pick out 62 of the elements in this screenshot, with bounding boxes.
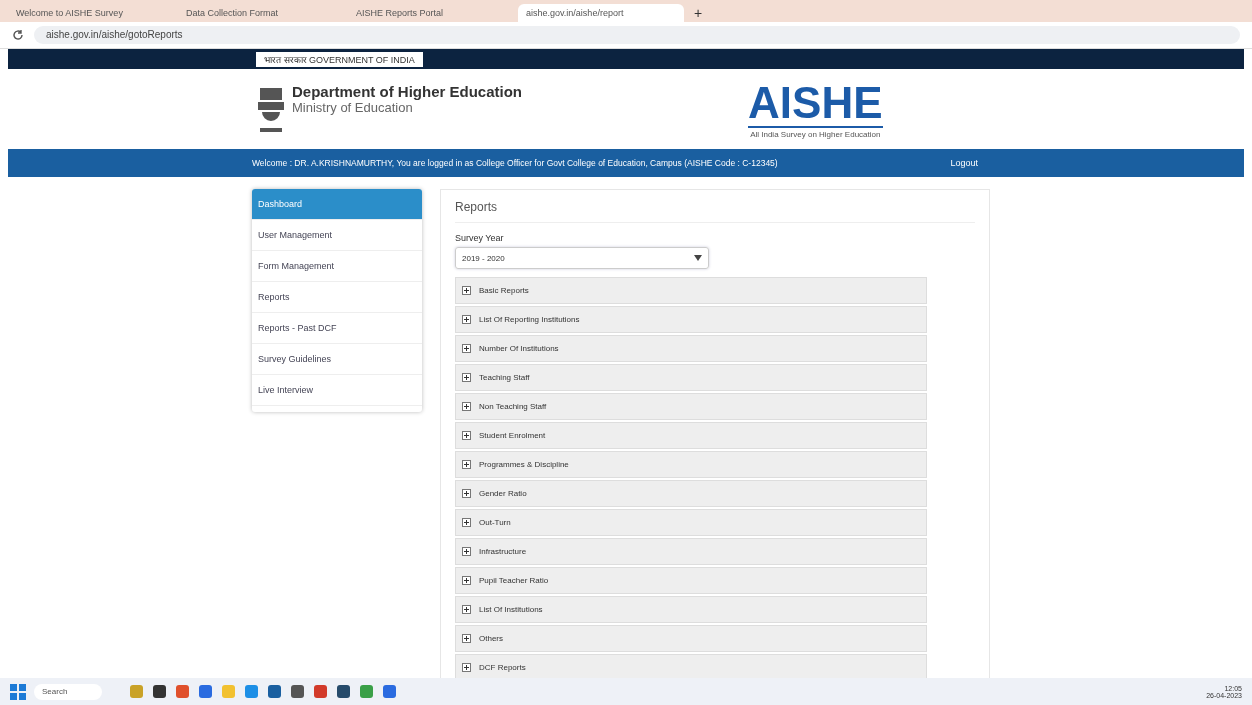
- plus-box-icon: [462, 373, 471, 382]
- plus-box-icon: [462, 286, 471, 295]
- accordion-header[interactable]: Non Teaching Staff: [455, 393, 927, 420]
- taskbar-app-icon[interactable]: [383, 685, 396, 698]
- plus-box-icon: [462, 315, 471, 324]
- reload-icon[interactable]: [12, 29, 24, 41]
- taskbar-app-icon[interactable]: [337, 685, 350, 698]
- plus-box-icon: [462, 547, 471, 556]
- browser-tab[interactable]: Welcome to AISHE Survey: [8, 4, 174, 22]
- accordion-header[interactable]: Out-Turn: [455, 509, 927, 536]
- accordion-header[interactable]: List Of Reporting Institutions: [455, 306, 927, 333]
- start-icon[interactable]: [10, 683, 26, 700]
- accordion-header[interactable]: Pupil Teacher Ratio: [455, 567, 927, 594]
- plus-box-icon: [462, 634, 471, 643]
- sidebar-item[interactable]: Reports - Past DCF: [252, 313, 422, 344]
- aishe-logo: AISHE: [748, 79, 883, 128]
- logo-tagline: All India Survey on Higher Education: [749, 129, 882, 139]
- sidebar-item[interactable]: Form Management: [252, 251, 422, 282]
- survey-year-select[interactable]: 2019 - 2020: [455, 247, 709, 269]
- plus-box-icon: [462, 576, 471, 585]
- accordion-header[interactable]: Infrastructure: [455, 538, 927, 565]
- accordion-header[interactable]: Teaching Staff: [455, 364, 927, 391]
- accordion-header[interactable]: List Of Institutions: [455, 596, 927, 623]
- taskbar-app-icon[interactable]: [314, 685, 327, 698]
- taskbar-app-icon[interactable]: [199, 685, 212, 698]
- plus-box-icon: [462, 431, 471, 440]
- sidebar-item[interactable]: Live Interview: [252, 375, 422, 406]
- browser-tab[interactable]: Data Collection Format: [178, 4, 344, 22]
- caret-icon: [694, 255, 702, 261]
- accordion-header[interactable]: DCF Reports: [455, 654, 927, 678]
- accordion-header[interactable]: Number Of Institutions: [455, 335, 927, 362]
- browser-tab[interactable]: AISHE Reports Portal: [348, 4, 514, 22]
- plus-box-icon: [462, 605, 471, 614]
- taskbar-app-icon[interactable]: [291, 685, 304, 698]
- taskbar-search[interactable]: Search: [34, 683, 102, 700]
- accordion-header[interactable]: Student Enrolment: [455, 422, 927, 449]
- sidebar-item[interactable]: Dashboard: [252, 189, 422, 220]
- logout-link[interactable]: Logout: [950, 158, 978, 168]
- ministry-name: Ministry of Education: [292, 100, 414, 115]
- plus-box-icon: [462, 663, 471, 672]
- field-label: Survey Year: [455, 233, 505, 243]
- department-name: Department of Higher Education: [292, 83, 523, 100]
- accordion-header[interactable]: Basic Reports: [455, 277, 927, 304]
- accordion-header[interactable]: Programmes & Discipline: [455, 451, 927, 478]
- plus-box-icon: [462, 489, 471, 498]
- sidebar-item[interactable]: Reports: [252, 282, 422, 313]
- welcome-text: Welcome : DR. A.KRISHNAMURTHY, You are logged in as College Officer for Govt College of Education, Campus (AISHE Code : C-12345): [252, 158, 778, 168]
- plus-box-icon: [462, 344, 471, 353]
- panel-title: Reports: [455, 200, 975, 223]
- plus-box-icon: [462, 402, 471, 411]
- sidebar-item[interactable]: Survey Guidelines: [252, 344, 422, 375]
- sidebar-item[interactable]: User Management: [252, 220, 422, 251]
- gov-banner-text: भारत सरकार GOVERNMENT OF INDIA: [256, 51, 423, 67]
- new-tab-button[interactable]: +: [688, 4, 709, 22]
- plus-box-icon: [462, 518, 471, 527]
- address-bar[interactable]: aishe.gov.in/aishe/gotoReports: [34, 26, 1240, 44]
- accordion-header[interactable]: Gender Ratio: [455, 480, 927, 507]
- plus-box-icon: [462, 460, 471, 469]
- taskbar-app-icon[interactable]: [153, 685, 166, 698]
- accordion-header[interactable]: Others: [455, 625, 927, 652]
- taskbar-app-icon[interactable]: [268, 685, 281, 698]
- browser-tab[interactable]: aishe.gov.in/aishe/report: [518, 4, 684, 22]
